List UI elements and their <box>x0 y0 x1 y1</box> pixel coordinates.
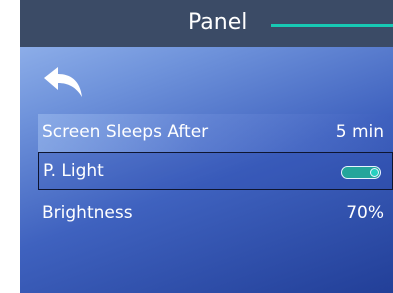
setting-row-screen-sleep[interactable]: Screen Sleeps After 5 min <box>38 114 393 152</box>
setting-value: 5 min <box>335 122 384 142</box>
header-bar: Panel <box>20 0 393 47</box>
p-light-toggle[interactable] <box>341 166 381 179</box>
header-accent-line <box>271 24 393 27</box>
setting-value: 70% <box>346 203 384 223</box>
setting-label: P. Light <box>43 161 104 181</box>
back-button[interactable] <box>42 66 86 100</box>
toggle-knob <box>370 167 379 177</box>
panel-screen: Panel Screen Sleeps After 5 min P. Light… <box>20 0 393 293</box>
page-title: Panel <box>188 10 248 35</box>
back-arrow-icon <box>44 67 82 97</box>
setting-row-p-light[interactable]: P. Light <box>38 152 393 190</box>
setting-row-brightness[interactable]: Brightness 70% <box>38 195 393 233</box>
setting-label: Screen Sleeps After <box>42 122 209 142</box>
setting-label: Brightness <box>42 203 133 223</box>
